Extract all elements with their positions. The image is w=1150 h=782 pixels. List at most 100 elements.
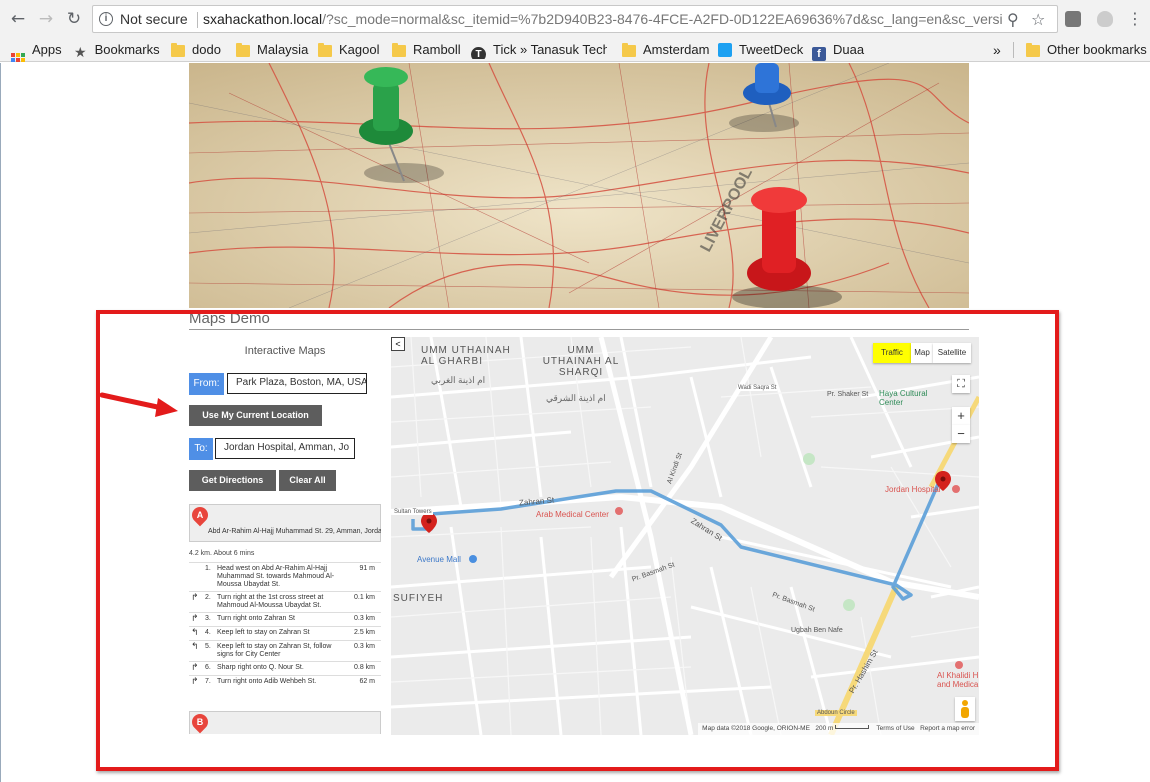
bookmark-label: Tick » Tanasuk Techno [493,42,607,57]
extension-icon[interactable] [1065,11,1081,27]
bookmarks-divider [1013,42,1014,58]
to-label: To: [189,438,213,460]
page-content: LIVERPOOL Maps Demo Interactive Maps Fro… [0,63,1150,782]
bookmark-label: Other bookmarks [1047,42,1147,57]
map-label-poi: Sultan Towers [393,509,433,515]
bookmark-bookmarks[interactable]: ★ Bookmarks [74,41,160,61]
map-label-poi: Haya Cultural Center [879,389,928,407]
clear-all-button[interactable]: Clear All [279,470,336,491]
bookmark-kagool[interactable]: Kagool [318,41,379,59]
terms-link[interactable]: Terms of Use [876,725,914,732]
zoom-in-button[interactable]: + [952,407,970,425]
directions-panel: A Abd Ar-Rahim Al-Hajj Muhammad St. 29, … [179,504,381,734]
map-label-street: Pr. Shaker St [827,391,869,398]
get-directions-button[interactable]: Get Directions [189,470,276,491]
bookmarks-overflow-button[interactable]: » [993,41,1001,59]
bookmarks-bar: Apps ★ Bookmarks dodo Malaysia Kagool Ram… [0,38,1150,67]
zoom-out-button[interactable]: − [952,425,970,443]
bookmark-amsterdam[interactable]: Amsterdam [622,41,709,59]
bookmark-other[interactable]: Other bookmarks [1026,41,1147,59]
satellite-type-button[interactable]: Satellite [933,343,971,363]
bookmark-label: Ramboll [413,42,461,57]
map-label-poi: Avenue Mall [417,555,461,564]
map-scale-bar [835,725,870,729]
collapse-panel-button[interactable]: < [391,337,405,351]
panel-title: Interactive Maps [244,345,326,357]
direction-step[interactable]: ↱ 7. Turn right onto Adib Wehbeh St. 62 m [189,675,381,689]
bookmark-malaysia[interactable]: Malaysia [236,41,308,59]
map-label-street: Ugbah Ben Nafe [791,627,843,634]
traffic-toggle-button[interactable]: Traffic [873,343,911,363]
to-input[interactable]: Jordan Hospital, Amman, Jo [215,438,355,459]
tick-logo-icon: T [471,47,486,59]
marker-b-icon: B [188,710,212,734]
security-status[interactable]: Not secure [120,11,188,27]
url-path: /?sc_mode=normal&sc_itemid=%7b2D940B23-8… [322,11,1003,27]
address-bar[interactable]: i Not secure sxahackathon.local/?sc_mode… [92,5,1058,33]
direction-step[interactable]: ↱ 2. Turn right at the 1st cross street at… [189,591,381,612]
star-icon[interactable]: ☆ [1031,10,1045,29]
turn-right-icon: ↱ [191,677,199,687]
from-input[interactable]: Park Plaza, Boston, MA, USA [227,373,367,394]
twitter-icon [718,43,732,57]
star-icon: ★ [74,45,87,61]
bookmark-label: Kagool [339,42,380,57]
red-arrow-annotation [99,392,178,417]
folder-icon [392,43,406,57]
search-icon[interactable]: ⚲ [1007,10,1019,29]
start-waypoint: A Abd Ar-Rahim Al-Hajj Muhammad St. 29, … [188,504,381,542]
back-button[interactable]: ← [7,8,29,30]
map-type-button[interactable]: Map [911,343,933,363]
bookmark-tweetdeck[interactable]: TweetDeck [718,41,803,59]
info-icon[interactable]: i [99,12,113,26]
map-label-district: UMM UTHAINAH AL SHARQI [542,345,620,378]
bookmark-ramboll[interactable]: Ramboll [392,41,461,59]
google-map[interactable]: UMM UTHAINAH AL GHARBI ام اذينة الغربي U… [391,337,979,735]
browser-toolbar: ← → ↻ i Not secure sxahackathon.local/?s… [0,0,1150,38]
direction-step[interactable]: 1. Head west on Abd Ar-Rahim Al-Hajj Muha… [189,562,381,591]
bookmark-label: Apps [32,42,62,57]
bookmark-tick[interactable]: T Tick » Tanasuk Techno [471,41,607,59]
bookmark-duaa[interactable]: f Duaa [812,41,865,61]
map-label-poi: Abdoun Circle [815,710,857,716]
map-label-street: Wadi Saqra St [737,385,778,391]
map-attribution: Map data ©2018 Google, ORION-ME 200 m Te… [698,723,979,735]
start-address: Abd Ar-Rahim Al-Hajj Muhammad St. 29, Am… [208,528,381,535]
end-waypoint: B [188,710,381,734]
map-label-poi: Arab Medical Center [536,510,609,519]
folder-icon [622,43,636,57]
report-error-link[interactable]: Report a map error [920,725,975,732]
direction-step[interactable]: ↱ 6. Sharp right onto Q. Nour St. 0.8 km [189,661,381,675]
keep-left-icon: ↰ [191,642,199,652]
bookmark-label: Bookmarks [94,42,160,57]
map-label-district: UMM UTHAINAH AL GHARBI [421,345,511,367]
bookmark-dodo[interactable]: dodo [171,41,221,59]
folder-icon [171,43,185,57]
menu-icon[interactable]: ⋮ [1124,8,1146,30]
hero-map-pins-image: LIVERPOOL [189,63,969,308]
shield-extension-icon[interactable] [1097,11,1113,27]
url-text[interactable]: sxahackathon.local/?sc_mode=normal&sc_it… [203,11,1003,27]
direction-step[interactable]: ↰ 5. Keep left to stay on Zahran St, follo… [189,640,381,661]
bookmark-label: dodo [192,42,221,57]
bookmark-label: TweetDeck [739,42,804,57]
forward-button[interactable]: → [35,8,57,30]
fullscreen-icon[interactable]: ⛶ [952,375,970,393]
folder-icon [1026,43,1040,57]
map-scale: 200 m [815,725,834,732]
street-view-pegman-icon[interactable] [955,697,975,721]
from-label: From: [189,373,224,395]
keep-left-icon: ↰ [191,628,199,638]
use-current-location-button[interactable]: Use My Current Location [189,405,322,426]
bookmark-label: Duaa [833,42,865,57]
url-host: sxahackathon.local [203,11,323,27]
direction-step[interactable]: ↰ 4. Keep left to stay on Zahran St 2.5 km [189,626,381,640]
directions-steps: 1. Head west on Abd Ar-Rahim Al-Hajj Muha… [189,562,381,689]
bookmark-label: Amsterdam [643,42,710,57]
map-label-district: SUFIYEH [393,593,444,604]
turn-right-icon: ↱ [191,593,199,603]
bookmark-apps[interactable]: Apps [11,41,62,67]
reload-button[interactable]: ↻ [63,8,85,30]
direction-step[interactable]: ↱ 3. Turn right onto Zahran St 0.3 km [189,612,381,626]
folder-icon [236,43,250,57]
